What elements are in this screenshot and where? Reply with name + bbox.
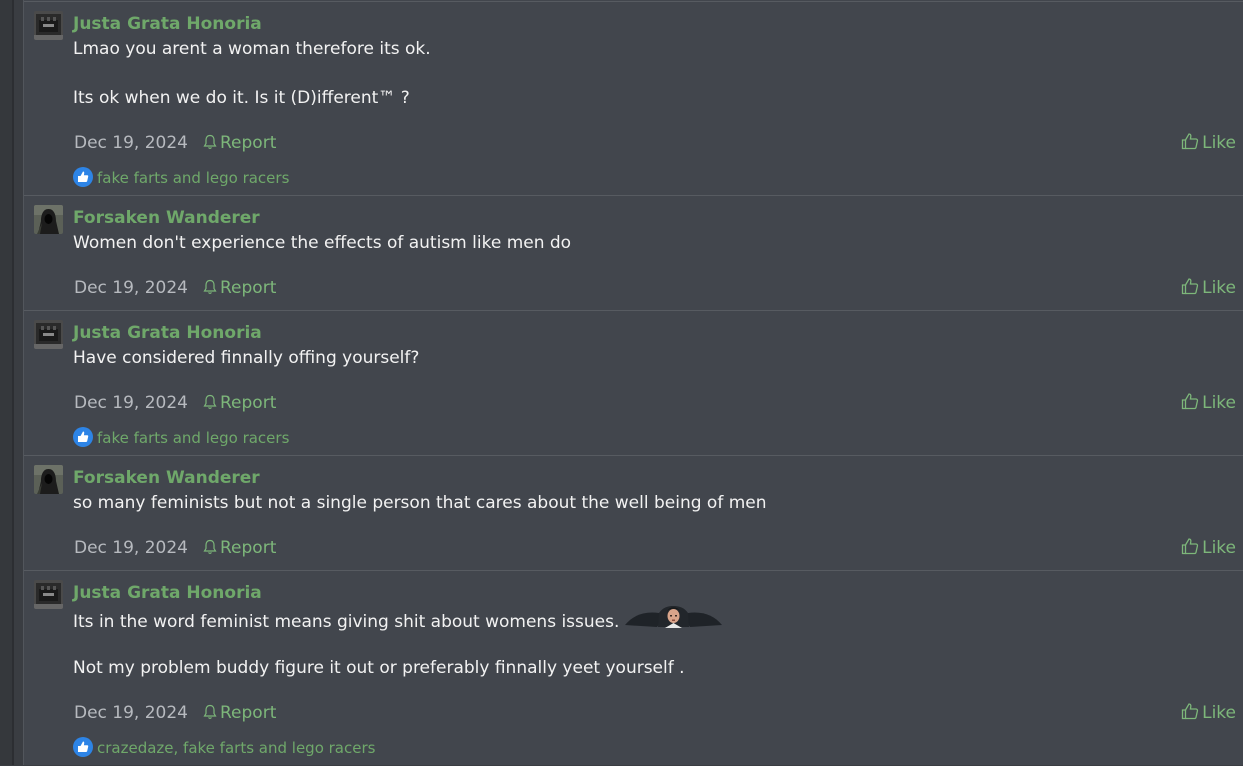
report-button[interactable]: Report xyxy=(203,392,276,414)
post-message-line: Women don't experience the effects of au… xyxy=(73,233,572,253)
like-button[interactable]: Like xyxy=(1181,392,1236,414)
thumbs-up-icon xyxy=(1181,278,1199,295)
report-label: Report xyxy=(220,703,277,723)
thread-container: Justa Grata Honoria Lmao you arent a wom… xyxy=(23,0,1243,765)
report-label: Report xyxy=(220,538,277,558)
thumbs-up-reaction-icon xyxy=(73,736,93,757)
like-label: Like xyxy=(1202,703,1236,723)
bell-icon xyxy=(203,134,217,149)
report-button[interactable]: Report xyxy=(203,702,276,724)
stressed-person-emote-icon xyxy=(623,605,724,635)
like-label: Like xyxy=(1202,133,1236,153)
thumbs-up-reaction-icon xyxy=(73,166,93,187)
post-message-line: Not my problem buddy figure it out or pr… xyxy=(73,658,685,678)
reactions-label: crazedaze, fake farts and lego racers xyxy=(97,739,376,757)
reactions-summary[interactable]: fake farts and lego racers xyxy=(73,426,290,449)
report-label: Report xyxy=(220,393,277,413)
avatar[interactable] xyxy=(34,320,63,349)
report-button[interactable]: Report xyxy=(203,537,276,559)
post-date[interactable]: Dec 19, 2024 xyxy=(74,277,188,299)
bell-icon xyxy=(203,539,217,554)
post: Forsaken Wanderer so many feminists but … xyxy=(24,455,1243,571)
like-button[interactable]: Like xyxy=(1181,702,1236,724)
reactions-label: fake farts and lego racers xyxy=(97,429,290,447)
like-button[interactable]: Like xyxy=(1181,537,1236,559)
report-button[interactable]: Report xyxy=(203,277,276,299)
bell-icon xyxy=(203,394,217,409)
reactions-summary[interactable]: crazedaze, fake farts and lego racers xyxy=(73,736,376,759)
post: Justa Grata Honoria Its in the word femi… xyxy=(24,570,1243,766)
post-date[interactable]: Dec 19, 2024 xyxy=(74,537,188,559)
post: Justa Grata Honoria Lmao you arent a wom… xyxy=(24,1,1243,196)
post-author[interactable]: Forsaken Wanderer xyxy=(73,467,260,489)
thumbs-up-reaction-icon xyxy=(73,426,93,447)
bell-icon xyxy=(203,279,217,294)
reactions-label: fake farts and lego racers xyxy=(97,169,290,187)
bell-icon xyxy=(203,704,217,719)
thumbs-up-icon xyxy=(1181,703,1199,720)
like-button[interactable]: Like xyxy=(1181,132,1236,154)
avatar[interactable] xyxy=(34,465,63,494)
gutter-divider xyxy=(12,0,14,765)
post-author[interactable]: Forsaken Wanderer xyxy=(73,207,260,229)
like-button[interactable]: Like xyxy=(1181,277,1236,299)
report-label: Report xyxy=(220,133,277,153)
thumbs-up-icon xyxy=(1181,133,1199,150)
reactions-summary[interactable]: fake farts and lego racers xyxy=(73,166,290,189)
like-label: Like xyxy=(1202,278,1236,298)
post: Forsaken Wanderer Women don't experience… xyxy=(24,195,1243,311)
post: Justa Grata Honoria Have considered finn… xyxy=(24,310,1243,456)
post-message-line: Its ok when we do it. Is it (D)ifferent™… xyxy=(73,88,410,108)
thumbs-up-icon xyxy=(1181,393,1199,410)
report-button[interactable]: Report xyxy=(203,132,276,154)
post-date[interactable]: Dec 19, 2024 xyxy=(74,702,188,724)
avatar[interactable] xyxy=(34,580,63,609)
post-message-line: Have considered finnally offing yourself… xyxy=(73,348,420,368)
post-date[interactable]: Dec 19, 2024 xyxy=(74,132,188,154)
thumbs-up-icon xyxy=(1181,538,1199,555)
like-label: Like xyxy=(1202,538,1236,558)
post-date[interactable]: Dec 19, 2024 xyxy=(74,392,188,414)
left-gutter xyxy=(0,0,12,765)
avatar[interactable] xyxy=(34,11,63,40)
post-message-row: Its in the word feminist means giving sh… xyxy=(73,605,724,637)
post-author[interactable]: Justa Grata Honoria xyxy=(73,322,262,344)
post-author[interactable]: Justa Grata Honoria xyxy=(73,582,262,604)
post-message-line: Lmao you arent a woman therefore its ok. xyxy=(73,39,431,59)
post-message-line: so many feminists but not a single perso… xyxy=(73,493,767,513)
avatar[interactable] xyxy=(34,205,63,234)
report-label: Report xyxy=(220,278,277,298)
like-label: Like xyxy=(1202,393,1236,413)
post-author[interactable]: Justa Grata Honoria xyxy=(73,13,262,35)
post-message-line: Its in the word feminist means giving sh… xyxy=(73,612,620,632)
